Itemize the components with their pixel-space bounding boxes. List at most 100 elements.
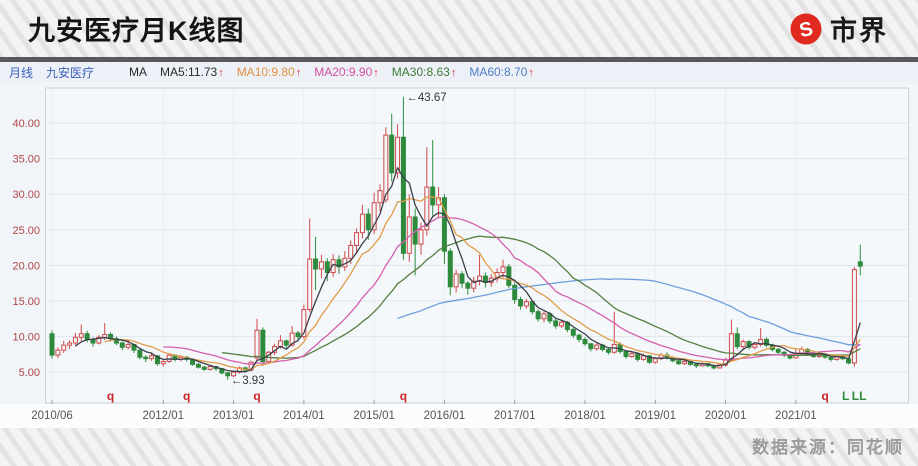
- ma60-legend[interactable]: MA60:8.70↑: [469, 65, 534, 79]
- candle-body: [319, 262, 323, 269]
- candle-body: [255, 330, 259, 358]
- stock-name[interactable]: 九安医疗: [46, 64, 94, 81]
- event-marker: q: [107, 389, 114, 403]
- candle-body: [677, 361, 681, 364]
- ma5-value: MA5:11.73: [160, 65, 217, 79]
- x-tick-label: 2014/01: [283, 410, 325, 422]
- up-arrow-icon: ↑: [451, 67, 457, 79]
- ma10-legend[interactable]: MA10:9.80↑: [237, 65, 302, 79]
- x-tick-label: 2018/01: [564, 410, 606, 422]
- footer: 数据来源：同花顺: [0, 428, 918, 466]
- x-tick-label: 2020/01: [705, 410, 747, 422]
- candle-body: [519, 300, 523, 306]
- data-source-text: 数据来源：同花顺: [752, 433, 904, 458]
- chart-area: 5.0010.0015.0020.0025.0030.0035.0040.002…: [0, 82, 918, 428]
- y-tick-label: 40.00: [12, 118, 40, 130]
- event-marker: LL: [852, 389, 867, 403]
- x-tick-label: 2012/01: [142, 410, 184, 422]
- candle-body: [735, 334, 739, 347]
- candle-body: [360, 214, 364, 233]
- candle-body: [144, 357, 148, 358]
- candle-body: [536, 312, 540, 319]
- candle-body: [524, 302, 528, 306]
- y-tick-label: 25.00: [12, 225, 40, 237]
- candle-body: [554, 321, 558, 326]
- candle-body: [384, 135, 388, 200]
- candle-body: [577, 335, 581, 339]
- candle-body: [466, 283, 470, 288]
- candle-body: [776, 349, 780, 352]
- candle-body: [296, 333, 300, 337]
- candle-body: [62, 345, 66, 350]
- y-tick-label: 15.00: [12, 296, 40, 308]
- header: 九安医疗月K线图 S 市界: [0, 0, 918, 57]
- candle-body: [624, 352, 628, 357]
- up-arrow-icon: ↑: [218, 67, 224, 79]
- candle-body: [226, 373, 230, 376]
- x-tick-label: 2019/01: [634, 410, 676, 422]
- candle-body: [729, 334, 733, 360]
- event-marker: q: [253, 389, 260, 403]
- y-tick-label: 35.00: [12, 154, 40, 166]
- candle-body: [355, 233, 359, 246]
- up-arrow-icon: ↑: [373, 67, 379, 79]
- candle-body: [448, 251, 452, 287]
- candle-body: [120, 343, 124, 347]
- candle-body: [630, 354, 634, 357]
- candle-body: [460, 274, 464, 283]
- candle-body: [560, 322, 564, 326]
- price-annotation: ←43.67: [406, 92, 446, 104]
- candle-body: [454, 274, 458, 287]
- ma5-legend[interactable]: MA5:11.73↑: [160, 65, 224, 79]
- x-tick-label: 2013/01: [213, 410, 255, 422]
- candle-body: [858, 262, 862, 266]
- candle-body: [314, 259, 318, 269]
- price-annotation: ←3.93: [231, 375, 265, 387]
- candle-body: [741, 342, 745, 347]
- candle-body: [829, 357, 833, 359]
- candle-body: [308, 259, 312, 310]
- candle-body: [50, 334, 54, 355]
- kline-chart: 5.0010.0015.0020.0025.0030.0035.0040.002…: [0, 82, 918, 428]
- candle-body: [138, 350, 142, 357]
- candle-body: [683, 362, 687, 364]
- candle-body: [167, 355, 171, 361]
- candle-body: [208, 367, 212, 370]
- candle-body: [126, 344, 130, 347]
- candle-body: [79, 334, 83, 338]
- candle-body: [694, 364, 698, 365]
- ma30-legend[interactable]: MA30:8.63↑: [392, 65, 457, 79]
- up-arrow-icon: ↑: [528, 67, 534, 79]
- candle-body: [583, 339, 587, 343]
- brand-name: 市界: [830, 9, 888, 48]
- x-tick-label: 2010/06: [31, 410, 73, 422]
- period-selector[interactable]: 月线: [9, 64, 33, 81]
- candle-body: [542, 314, 546, 319]
- candle-body: [284, 341, 288, 345]
- ma-group-label[interactable]: MA: [129, 65, 147, 79]
- kline-toolbar: 月线 九安医疗 MA MA5:11.73↑ MA10:9.80↑ MA20:9.…: [0, 62, 918, 82]
- candle-body: [150, 356, 154, 359]
- y-tick-label: 20.00: [12, 260, 40, 272]
- page-title: 九安医疗月K线图: [28, 9, 245, 48]
- candle-body: [431, 187, 435, 205]
- candle-body: [636, 354, 640, 360]
- candle-body: [513, 285, 517, 299]
- x-tick-label: 2016/01: [424, 410, 466, 422]
- ma20-legend[interactable]: MA20:9.90↑: [314, 65, 379, 79]
- event-marker: q: [183, 389, 190, 403]
- candle-body: [401, 137, 405, 253]
- candle-body: [73, 337, 77, 343]
- x-tick-label: 2017/01: [494, 410, 536, 422]
- event-marker: L: [842, 389, 849, 403]
- candle-body: [390, 135, 394, 173]
- candle-body: [349, 245, 353, 258]
- ma10-value: MA10:9.80: [237, 65, 295, 79]
- candle-body: [161, 362, 165, 364]
- ma20-value: MA20:9.90: [314, 65, 372, 79]
- article-chart-image: 九安医疗月K线图 S 市界 月线 九安医疗 MA MA5:11.73↑ MA10…: [0, 0, 918, 466]
- candle-body: [68, 343, 72, 345]
- shijie-logo-icon: S: [789, 12, 823, 46]
- candle-body: [366, 214, 370, 230]
- candle-body: [606, 349, 610, 352]
